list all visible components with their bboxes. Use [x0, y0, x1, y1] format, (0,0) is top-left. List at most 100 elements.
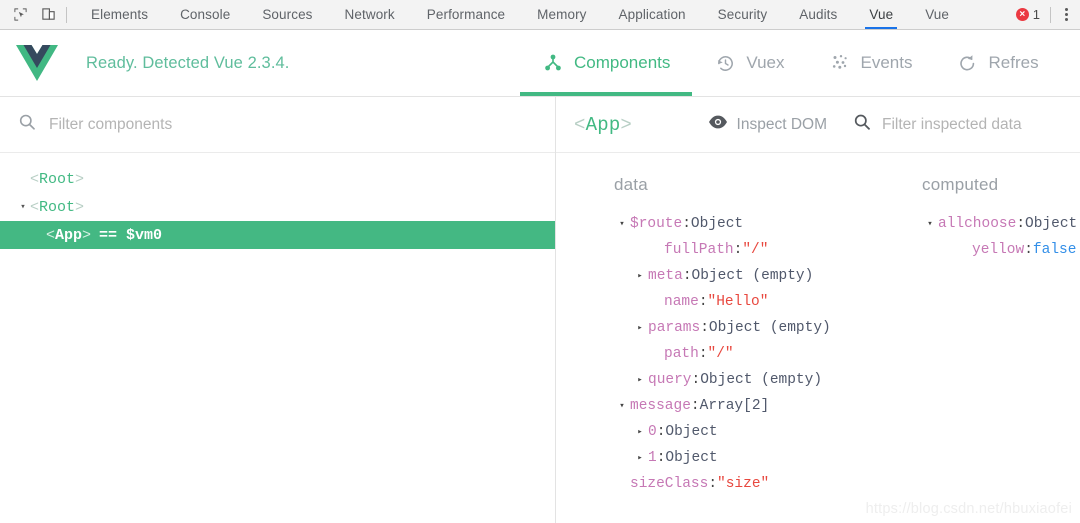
eye-glyph: [708, 115, 728, 129]
data-section-rows: ▾$route: Object fullPath: "/" ▸meta: Obj…: [614, 211, 886, 497]
tree-row-app-selected[interactable]: <App> == $vm0: [0, 221, 555, 249]
inspected-component-label: App: [586, 114, 621, 136]
components-tree-icon: [542, 52, 564, 74]
events-dots-icon: [829, 52, 851, 74]
data-key: query: [648, 367, 692, 393]
filter-components-input[interactable]: [49, 116, 537, 134]
vue-nav-events-label: Events: [861, 53, 913, 73]
device-toolbar-glyph: [41, 7, 56, 22]
data-value: Object: [665, 419, 717, 445]
tab-application[interactable]: Application: [603, 0, 702, 29]
data-separator: :: [692, 367, 701, 393]
tab-console[interactable]: Console: [164, 0, 246, 29]
angle-close-icon: >: [75, 171, 84, 188]
device-toolbar-icon[interactable]: [34, 1, 62, 29]
tab-audits-label: Audits: [799, 7, 837, 22]
search-glyph: [18, 113, 36, 131]
data-section-title: data: [614, 175, 886, 195]
data-key: path: [664, 341, 699, 367]
data-row-name[interactable]: name: "Hello": [614, 289, 886, 315]
data-value: "/": [742, 237, 768, 263]
inspector-toolbar: <App> Inspect DOM: [556, 97, 1080, 153]
vue-nav-events[interactable]: Events: [807, 30, 935, 96]
tree-row-root-2[interactable]: ▾ <Root>: [0, 193, 555, 221]
data-separator: :: [683, 263, 692, 289]
expand-arrow-icon[interactable]: ▸: [632, 445, 648, 471]
expand-arrow-icon[interactable]: ▾: [614, 393, 630, 419]
inspect-element-icon[interactable]: [6, 1, 34, 29]
data-separator: :: [699, 341, 708, 367]
toolbar-divider: [66, 7, 67, 23]
data-key: params: [648, 315, 700, 341]
data-value: Object (empty): [692, 263, 814, 289]
computed-row-allchoose[interactable]: ▾allchoose: Object: [922, 211, 1080, 237]
expand-arrow-icon[interactable]: ▾: [922, 211, 938, 237]
devtools-tool-icons: [0, 0, 75, 29]
vue-nav-refresh-label: Refres: [989, 53, 1039, 73]
data-key: meta: [648, 263, 683, 289]
computed-row-yellow[interactable]: yellow: false: [922, 237, 1080, 263]
tab-vue-secondary[interactable]: Vue: [909, 0, 965, 29]
expand-arrow-icon[interactable]: ▸: [632, 419, 648, 445]
computed-section-title: computed: [922, 175, 1080, 195]
tab-security-label: Security: [718, 7, 768, 22]
vue-nav-vuex[interactable]: Vuex: [692, 30, 806, 96]
vue-nav-refresh[interactable]: Refres: [935, 30, 1061, 96]
tab-audits[interactable]: Audits: [783, 0, 853, 29]
tree-row-root-1[interactable]: <Root>: [0, 165, 555, 193]
data-key: 1: [648, 445, 657, 471]
inspect-element-glyph: [13, 7, 28, 22]
devtools-window: Elements Console Sources Network Perform…: [0, 0, 1080, 523]
computed-section-rows: ▾allchoose: Object yellow: false: [922, 211, 1080, 263]
inspect-dom-button[interactable]: Inspect DOM: [708, 115, 827, 134]
expand-arrow-icon[interactable]: ▸: [632, 263, 648, 289]
data-row-meta[interactable]: ▸meta: Object (empty): [614, 263, 886, 289]
tab-vue-active-label: Vue: [869, 7, 893, 22]
tree-expand-arrow[interactable]: ▾: [16, 202, 30, 212]
data-row-message-0[interactable]: ▸0: Object: [614, 419, 886, 445]
vue-nav-components[interactable]: Components: [520, 30, 692, 96]
data-row-message-1[interactable]: ▸1: Object: [614, 445, 886, 471]
tab-performance[interactable]: Performance: [411, 0, 521, 29]
tree-row-app-vm-tag: == $vm0: [99, 227, 162, 244]
data-row-sizeclass[interactable]: sizeClass: "size": [614, 471, 886, 497]
tab-security[interactable]: Security: [702, 0, 784, 29]
kebab-menu-icon[interactable]: [1059, 4, 1074, 25]
search-glyph: [853, 113, 871, 131]
tab-sources[interactable]: Sources: [246, 0, 328, 29]
component-tree: <Root> ▾ <Root> <App> == $vm0: [0, 153, 555, 249]
tab-network[interactable]: Network: [329, 0, 411, 29]
data-separator: :: [657, 445, 666, 471]
expand-arrow-icon[interactable]: ▾: [614, 211, 630, 237]
data-separator: :: [691, 393, 700, 419]
data-key: name: [664, 289, 699, 315]
tab-vue-active[interactable]: Vue: [853, 0, 909, 29]
vue-logo: [0, 43, 60, 83]
tab-performance-label: Performance: [427, 7, 505, 22]
data-row-params[interactable]: ▸params: Object (empty): [614, 315, 886, 341]
vue-nav-vuex-label: Vuex: [746, 53, 784, 73]
expand-arrow-icon[interactable]: ▸: [632, 367, 648, 393]
data-row-route[interactable]: ▾$route: Object: [614, 211, 886, 237]
tab-console-label: Console: [180, 7, 230, 22]
data-row-query[interactable]: ▸query: Object (empty): [614, 367, 886, 393]
error-badge[interactable]: × 1: [1016, 7, 1048, 22]
error-circle-icon: ×: [1016, 8, 1029, 21]
computed-separator: :: [1016, 211, 1025, 237]
tab-memory[interactable]: Memory: [521, 0, 602, 29]
data-value: Array[2]: [700, 393, 770, 419]
data-key: fullPath: [664, 237, 734, 263]
tab-network-label: Network: [345, 7, 395, 22]
data-separator: :: [708, 471, 717, 497]
data-row-path[interactable]: path: "/": [614, 341, 886, 367]
tab-elements[interactable]: Elements: [75, 0, 164, 29]
expand-arrow-icon[interactable]: ▸: [632, 315, 648, 341]
refresh-icon: [957, 52, 979, 74]
data-row-message[interactable]: ▾message: Array[2]: [614, 393, 886, 419]
computed-separator: :: [1024, 237, 1033, 263]
vue-devtools-header: Ready. Detected Vue 2.3.4. Components: [0, 30, 1080, 97]
data-row-fullpath[interactable]: fullPath: "/": [614, 237, 886, 263]
filter-inspected-data-input[interactable]: [882, 116, 1062, 134]
computed-value: Object: [1025, 211, 1077, 237]
data-value: "/": [708, 341, 734, 367]
